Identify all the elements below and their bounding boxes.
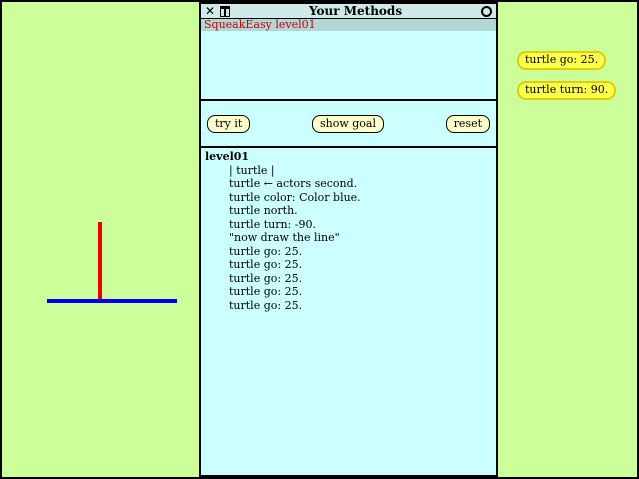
code-line: turtle north.: [205, 204, 492, 218]
code-line: turtle go: 25.: [205, 245, 492, 259]
close-icon[interactable]: ✕: [205, 5, 215, 17]
method-selector: level01: [205, 150, 492, 164]
code-line: turtle color: Color blue.: [205, 191, 492, 205]
blue-pen-line: [47, 299, 177, 303]
code-line: | turtle |: [205, 164, 492, 178]
method-list-item-selected[interactable]: SqueakEasy level01: [201, 19, 496, 31]
tile-turtle-turn[interactable]: turtle turn: 90.: [517, 81, 616, 100]
code-line: turtle ← actors second.: [205, 177, 492, 191]
window-menu-icon[interactable]: [220, 6, 230, 17]
tile-turtle-go[interactable]: turtle go: 25.: [517, 51, 606, 70]
your-methods-window: ✕ Your Methods SqueakEasy level01 try it…: [199, 2, 498, 477]
code-line: turtle turn: -90.: [205, 218, 492, 232]
toolbar: try it show goal reset: [201, 101, 496, 146]
window-titlebar[interactable]: ✕ Your Methods: [201, 4, 496, 19]
code-line: turtle go: 25.: [205, 285, 492, 299]
code-line: turtle go: 25.: [205, 258, 492, 272]
method-list-empty-area[interactable]: [201, 31, 496, 99]
collapse-icon[interactable]: [481, 6, 492, 17]
code-editor[interactable]: level01 | turtle | turtle ← actors secon…: [201, 148, 496, 475]
window-title: Your Methods: [235, 5, 476, 18]
reset-button[interactable]: reset: [446, 115, 490, 133]
show-goal-button[interactable]: show goal: [312, 115, 384, 133]
squeak-desktop: ✕ Your Methods SqueakEasy level01 try it…: [0, 0, 639, 479]
code-line: turtle go: 25.: [205, 272, 492, 286]
red-pen-line: [98, 222, 102, 301]
try-it-button[interactable]: try it: [207, 115, 250, 133]
code-line: "now draw the line": [205, 231, 492, 245]
code-line: turtle go: 25.: [205, 299, 492, 313]
